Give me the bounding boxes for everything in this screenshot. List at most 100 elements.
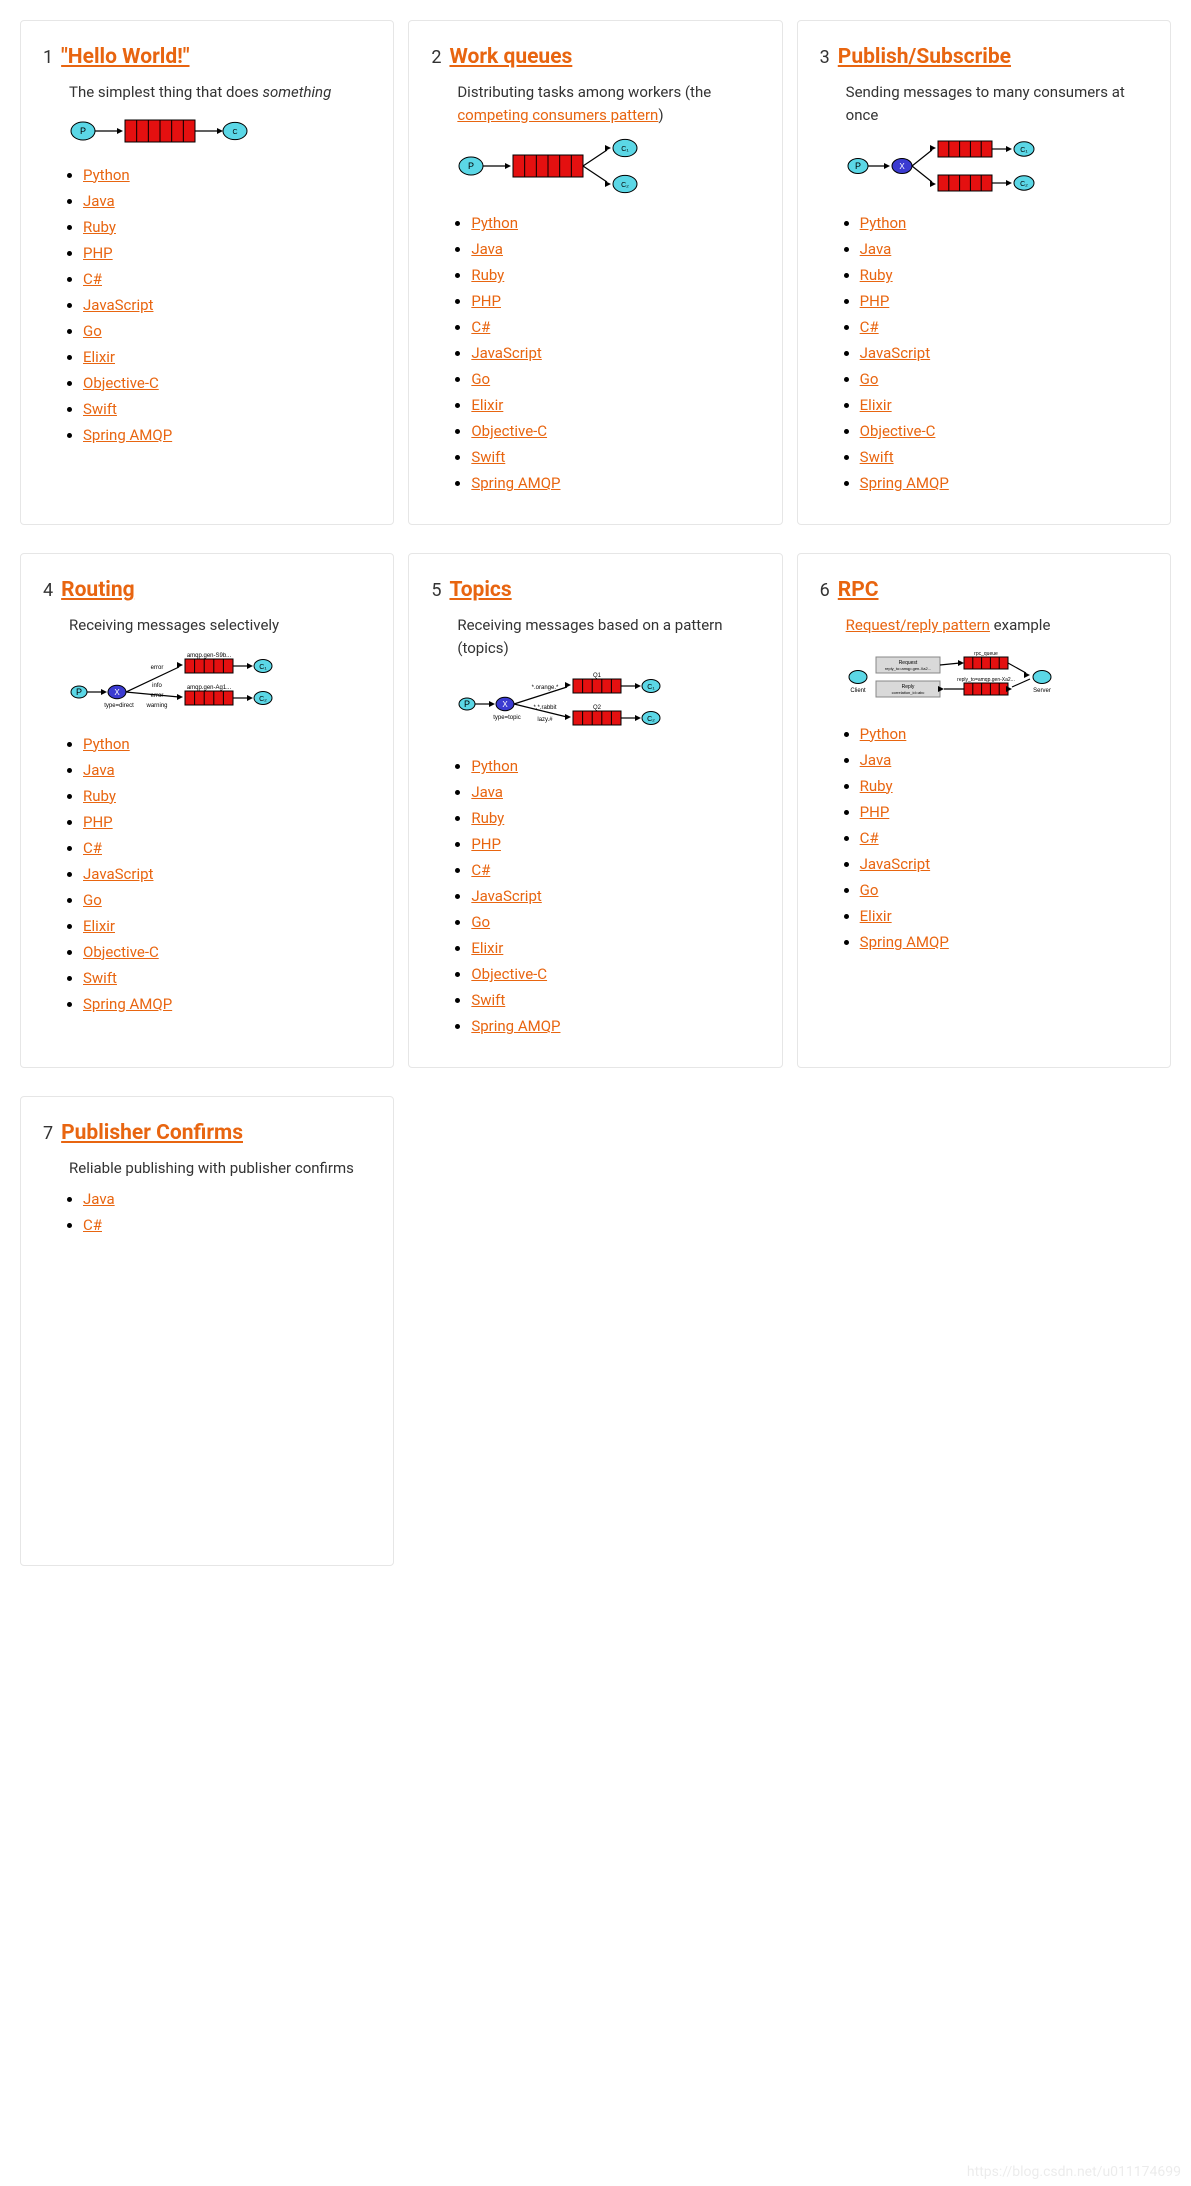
lang-link-spring-amqp[interactable]: Spring AMQP xyxy=(471,474,560,492)
lang-item: Java xyxy=(860,751,1148,769)
lang-link-javascript[interactable]: JavaScript xyxy=(860,855,930,873)
lang-link-objective-c[interactable]: Objective-C xyxy=(471,965,547,983)
lang-item: C# xyxy=(83,839,371,857)
svg-text:P: P xyxy=(468,161,474,171)
lang-link-elixir[interactable]: Elixir xyxy=(471,939,503,957)
lang-item: JavaScript xyxy=(471,344,759,362)
lang-link-objective-c[interactable]: Objective-C xyxy=(471,422,547,440)
tutorial-title-link[interactable]: Routing xyxy=(61,578,135,602)
lang-link-spring-amqp[interactable]: Spring AMQP xyxy=(83,426,172,444)
lang-link-java[interactable]: Java xyxy=(860,240,892,258)
tutorial-title-row: 3 Publish/Subscribe xyxy=(820,45,1148,69)
lang-link-javascript[interactable]: JavaScript xyxy=(83,296,153,314)
lang-link-swift[interactable]: Swift xyxy=(83,969,117,987)
lang-link-python[interactable]: Python xyxy=(471,214,518,232)
lang-link-javascript[interactable]: JavaScript xyxy=(471,344,541,362)
lang-link-python[interactable]: Python xyxy=(83,735,130,753)
lang-item: Java xyxy=(83,761,371,779)
lang-link-java[interactable]: Java xyxy=(471,783,503,801)
lang-link-objective-c[interactable]: Objective-C xyxy=(83,374,159,392)
svg-text:type=direct: type=direct xyxy=(104,703,134,709)
request-reply-link[interactable]: Request/reply pattern xyxy=(846,616,990,634)
tutorial-title-link[interactable]: Work queues xyxy=(449,45,572,69)
lang-link-ruby[interactable]: Ruby xyxy=(860,777,893,795)
tutorial-card-5: 5 Topics Receiving messages based on a p… xyxy=(408,553,782,1068)
lang-item: Python xyxy=(860,725,1148,743)
lang-link-objective-c[interactable]: Objective-C xyxy=(860,422,936,440)
tutorial-description: Sending messages to many consumers at on… xyxy=(846,81,1148,126)
tutorial-description: Receiving messages based on a pattern (t… xyxy=(457,614,759,659)
lang-link-go[interactable]: Go xyxy=(860,881,879,899)
lang-link-python[interactable]: Python xyxy=(860,214,907,232)
tutorial-title-link[interactable]: Topics xyxy=(449,578,511,602)
lang-link-go[interactable]: Go xyxy=(83,891,102,909)
lang-link-swift[interactable]: Swift xyxy=(471,991,505,1009)
tutorial-title-link[interactable]: Publisher Confirms xyxy=(61,1121,243,1145)
lang-item: Objective-C xyxy=(83,374,371,392)
lang-link-elixir[interactable]: Elixir xyxy=(860,396,892,414)
lang-link-elixir[interactable]: Elixir xyxy=(860,907,892,925)
lang-link-c-[interactable]: C# xyxy=(860,829,879,847)
lang-link-java[interactable]: Java xyxy=(83,192,115,210)
svg-text:reply_to=amqp.gen-Xa2...: reply_to=amqp.gen-Xa2... xyxy=(885,666,931,671)
lang-link-c-[interactable]: C# xyxy=(83,1216,102,1234)
lang-link-spring-amqp[interactable]: Spring AMQP xyxy=(860,933,949,951)
lang-link-go[interactable]: Go xyxy=(83,322,102,340)
lang-link-php[interactable]: PHP xyxy=(83,244,113,262)
lang-link-elixir[interactable]: Elixir xyxy=(471,396,503,414)
lang-link-elixir[interactable]: Elixir xyxy=(83,348,115,366)
competing-consumers-link[interactable]: competing consumers pattern xyxy=(457,106,658,124)
lang-link-c-[interactable]: C# xyxy=(471,861,490,879)
lang-link-ruby[interactable]: Ruby xyxy=(860,266,893,284)
svg-text:warning: warning xyxy=(145,703,167,709)
lang-link-javascript[interactable]: JavaScript xyxy=(83,865,153,883)
hello-world-diagram: P C xyxy=(69,114,249,148)
lang-link-java[interactable]: Java xyxy=(83,1190,115,1208)
tutorial-title-link[interactable]: "Hello World!" xyxy=(61,45,189,69)
lang-link-go[interactable]: Go xyxy=(471,370,490,388)
lang-link-javascript[interactable]: JavaScript xyxy=(471,887,541,905)
lang-link-elixir[interactable]: Elixir xyxy=(83,917,115,935)
tutorial-diagram: Client Request reply_to=amqp.gen-Xa2... … xyxy=(846,647,1148,711)
lang-link-java[interactable]: Java xyxy=(860,751,892,769)
lang-link-ruby[interactable]: Ruby xyxy=(471,266,504,284)
lang-link-php[interactable]: PHP xyxy=(83,813,113,831)
lang-link-php[interactable]: PHP xyxy=(471,292,501,310)
lang-link-go[interactable]: Go xyxy=(860,370,879,388)
lang-link-c-[interactable]: C# xyxy=(83,270,102,288)
lang-link-php[interactable]: PHP xyxy=(860,803,890,821)
lang-link-c-[interactable]: C# xyxy=(471,318,490,336)
lang-link-c-[interactable]: C# xyxy=(860,318,879,336)
lang-link-php[interactable]: PHP xyxy=(471,835,501,853)
lang-item: PHP xyxy=(860,292,1148,310)
lang-link-ruby[interactable]: Ruby xyxy=(83,218,116,236)
lang-link-spring-amqp[interactable]: Spring AMQP xyxy=(83,995,172,1013)
lang-link-java[interactable]: Java xyxy=(471,240,503,258)
lang-item: Spring AMQP xyxy=(860,933,1148,951)
lang-link-spring-amqp[interactable]: Spring AMQP xyxy=(471,1017,560,1035)
lang-item: Ruby xyxy=(471,266,759,284)
language-list: Java C# xyxy=(43,1190,371,1234)
lang-link-javascript[interactable]: JavaScript xyxy=(860,344,930,362)
tutorial-title-link[interactable]: Publish/Subscribe xyxy=(838,45,1011,69)
lang-link-go[interactable]: Go xyxy=(471,913,490,931)
lang-link-python[interactable]: Python xyxy=(860,725,907,743)
lang-link-c-[interactable]: C# xyxy=(83,839,102,857)
lang-link-java[interactable]: Java xyxy=(83,761,115,779)
lang-link-ruby[interactable]: Ruby xyxy=(471,809,504,827)
lang-item: JavaScript xyxy=(83,865,371,883)
lang-link-ruby[interactable]: Ruby xyxy=(83,787,116,805)
lang-link-php[interactable]: PHP xyxy=(860,292,890,310)
svg-text:C₁: C₁ xyxy=(259,664,267,671)
lang-link-python[interactable]: Python xyxy=(471,757,518,775)
lang-link-spring-amqp[interactable]: Spring AMQP xyxy=(860,474,949,492)
lang-link-swift[interactable]: Swift xyxy=(83,400,117,418)
lang-item: C# xyxy=(471,318,759,336)
lang-link-swift[interactable]: Swift xyxy=(860,448,894,466)
lang-link-objective-c[interactable]: Objective-C xyxy=(83,943,159,961)
lang-item: PHP xyxy=(860,803,1148,821)
lang-link-swift[interactable]: Swift xyxy=(471,448,505,466)
tutorial-title-link[interactable]: RPC xyxy=(838,578,879,602)
tutorial-number: 6 xyxy=(820,580,830,601)
lang-link-python[interactable]: Python xyxy=(83,166,130,184)
